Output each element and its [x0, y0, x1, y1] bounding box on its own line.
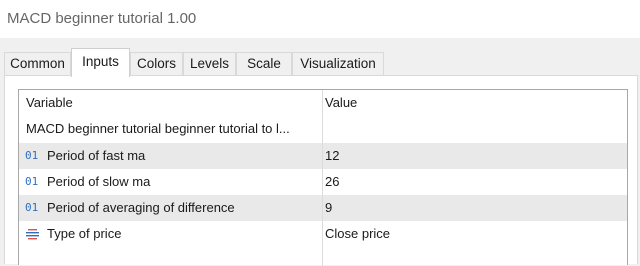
column-divider[interactable] — [322, 90, 323, 266]
table-row[interactable]: Type of price Close price — [19, 221, 627, 247]
value-cell[interactable]: 26 — [325, 169, 615, 195]
window-title-bar: MACD beginner tutorial 1.00 — [0, 0, 640, 38]
integer-01-icon: 01 — [25, 201, 39, 214]
tab-scale[interactable]: Scale — [236, 52, 292, 76]
variable-cell: Period of slow ma — [47, 174, 151, 189]
tab-colors[interactable]: Colors — [130, 52, 183, 76]
table-row[interactable]: 01 Period of slow ma 26 — [19, 169, 627, 195]
table-row[interactable]: 01 Period of averaging of difference 9 — [19, 195, 627, 221]
variable-cell: MACD beginner tutorial beginner tutorial… — [26, 121, 290, 136]
value-cell[interactable]: 12 — [325, 143, 615, 169]
value-cell[interactable]: 9 — [325, 195, 615, 221]
integer-01-icon: 01 — [25, 149, 39, 162]
tab-common[interactable]: Common — [4, 52, 71, 76]
tab-strip: Common Inputs Colors Levels Scale Visual… — [0, 38, 640, 77]
inputs-panel: Variable Value MACD beginner tutorial be… — [4, 75, 638, 266]
enumeration-list-icon — [25, 228, 40, 240]
table-row[interactable]: 01 Period of fast ma 12 — [19, 143, 627, 169]
column-header-variable[interactable]: Variable — [26, 90, 296, 116]
value-cell[interactable] — [325, 116, 615, 142]
value-cell[interactable]: Close price — [325, 221, 615, 247]
integer-01-icon: 01 — [25, 175, 39, 188]
column-header-value[interactable]: Value — [325, 90, 615, 116]
variable-cell: Period of fast ma — [47, 148, 146, 163]
variable-cell: Period of averaging of difference — [47, 200, 235, 215]
grid-header-row: Variable Value — [19, 90, 627, 116]
tab-visualization[interactable]: Visualization — [292, 52, 384, 76]
tab-inputs[interactable]: Inputs — [71, 48, 130, 77]
variable-cell: Type of price — [47, 226, 122, 241]
tab-levels[interactable]: Levels — [183, 52, 236, 76]
inputs-grid: Variable Value MACD beginner tutorial be… — [18, 89, 628, 266]
window-title: MACD beginner tutorial 1.00 — [7, 10, 197, 27]
table-row[interactable]: MACD beginner tutorial beginner tutorial… — [19, 116, 627, 142]
